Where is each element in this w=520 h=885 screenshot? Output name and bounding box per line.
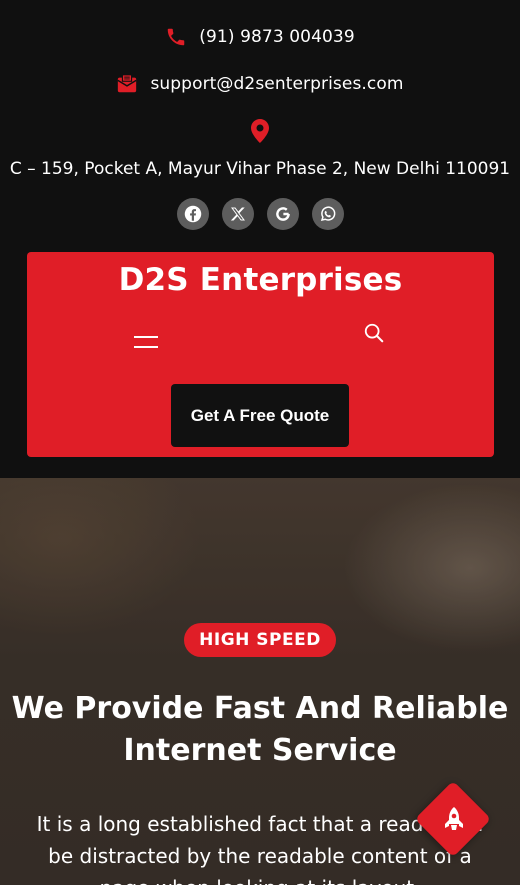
location-pin-icon (251, 119, 269, 143)
email-address[interactable]: support@d2senterprises.com (150, 74, 403, 94)
search-icon[interactable] (363, 322, 385, 344)
mail-icon (116, 73, 138, 95)
phone-number[interactable]: (91) 9873 004039 (199, 27, 354, 47)
social-links (0, 198, 520, 230)
facebook-icon[interactable] (176, 198, 209, 230)
x-icon[interactable] (221, 198, 254, 230)
hero-badge: HIGH SPEED (184, 623, 336, 657)
address-row: C – 159, Pocket A, Mayur Vihar Phase 2, … (0, 154, 520, 184)
address-text: C – 159, Pocket A, Mayur Vihar Phase 2, … (9, 159, 511, 179)
phone-icon (165, 26, 187, 48)
phone-row[interactable]: (91) 9873 004039 (0, 22, 520, 52)
location-pin-row (0, 118, 520, 144)
get-quote-button[interactable]: Get A Free Quote (171, 384, 349, 447)
brand-logo-text[interactable]: D2S Enterprises (27, 262, 494, 298)
rocket-icon (441, 806, 467, 834)
whatsapp-icon[interactable] (311, 198, 344, 230)
menu-icon[interactable] (134, 336, 158, 350)
google-icon[interactable] (266, 198, 299, 230)
site-header: D2S Enterprises Get A Free Quote (27, 252, 494, 457)
email-row[interactable]: support@d2senterprises.com (0, 68, 520, 100)
hero-title: We Provide Fast And Reliable Internet Se… (11, 691, 509, 768)
